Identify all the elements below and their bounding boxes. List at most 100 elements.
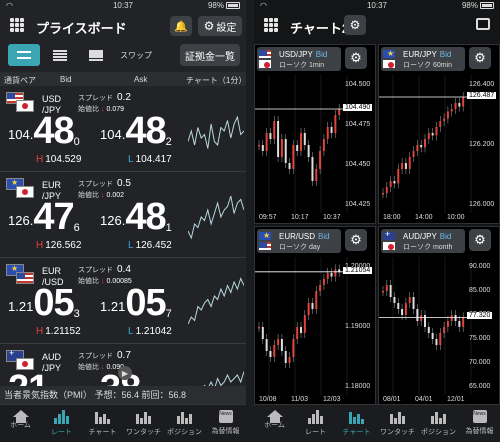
- nav-item-home[interactable]: ホーム: [0, 405, 41, 442]
- us-flag-icon: [16, 272, 34, 284]
- sparkline-line: [188, 277, 244, 325]
- jp-flag-icon: [16, 100, 34, 112]
- y-tick-label: 85.000: [469, 287, 491, 294]
- panel-pair: AUD/JPY Bid: [403, 232, 451, 241]
- bid-price[interactable]: 21: [8, 370, 49, 386]
- alert-bell-button[interactable]: 🔔: [170, 16, 192, 36]
- panel-settings-button[interactable]: ⚙: [469, 47, 491, 69]
- bid-price[interactable]: 1.21053: [8, 284, 80, 322]
- nav-item-position[interactable]: ポジション: [164, 405, 205, 442]
- panel-settings-button[interactable]: ⚙: [345, 229, 367, 251]
- swap-label[interactable]: スワップ: [120, 50, 152, 61]
- nav-item-home[interactable]: ホーム: [254, 405, 295, 442]
- bid-pip: 0: [73, 136, 80, 148]
- candle: [322, 139, 325, 151]
- candle: [280, 139, 283, 157]
- lock-icon[interactable]: [476, 18, 490, 30]
- sparkline-chart[interactable]: [188, 92, 244, 166]
- y-tick-label: 65.000: [469, 383, 491, 390]
- ask-price[interactable]: 126.481: [100, 198, 172, 236]
- chart-panel[interactable]: AUD/JPYBid ローソク month ⚙90.00085.00080.00…: [378, 226, 500, 406]
- nav-label: チャート: [88, 429, 117, 436]
- play-icon[interactable]: ▶: [118, 366, 132, 380]
- candle: [269, 133, 272, 139]
- sparkline-chart[interactable]: [188, 264, 244, 338]
- panel-header[interactable]: EUR/JPYBid ローソク 60min: [381, 47, 465, 71]
- current-price-tag: 126.487: [467, 92, 497, 99]
- header: チャート2 ⚙: [254, 12, 500, 40]
- x-tick-label: 12/01: [447, 396, 465, 403]
- nav-item-position[interactable]: ポジション: [418, 405, 459, 442]
- candle: [416, 309, 419, 321]
- chart-settings-button[interactable]: ⚙: [344, 15, 366, 35]
- high-label: H: [36, 154, 44, 165]
- margin-list-button[interactable]: 証拠金一覧: [180, 44, 240, 66]
- y-tick-label: 104.450: [345, 161, 371, 168]
- nav-item-news[interactable]: News 為替情報: [205, 405, 246, 442]
- view-tab-large[interactable]: [8, 44, 40, 66]
- candlestick-chart[interactable]: [255, 227, 376, 406]
- candle: [273, 121, 276, 139]
- y-tick-label: 75.000: [469, 335, 491, 342]
- battery-indicator: 98%: [208, 1, 240, 10]
- candle: [401, 163, 404, 169]
- nav-label: ワンタッチ: [380, 429, 415, 436]
- view-tab-medium[interactable]: [44, 44, 76, 66]
- candle: [431, 133, 434, 136]
- candlestick-chart[interactable]: [255, 45, 376, 224]
- battery-indicator: 98%: [462, 1, 494, 10]
- candle: [315, 169, 318, 181]
- news-ticker[interactable]: 当者景気指数（PMI） 予想：56.4 前回：56.8: [0, 386, 246, 404]
- rate-row[interactable]: USD/JPY スプレッド 0.2 始値比 ↓ 0.079 104.480 104.4…: [0, 86, 246, 172]
- menu-grid-icon[interactable]: [264, 18, 278, 32]
- panel-settings-button[interactable]: ⚙: [469, 229, 491, 251]
- candle: [450, 109, 453, 112]
- candle: [412, 151, 415, 157]
- panel-header[interactable]: AUD/JPYBid ローソク month: [381, 229, 465, 253]
- candle: [408, 157, 411, 169]
- nav-item-rate[interactable]: レート: [295, 405, 336, 442]
- candle: [454, 315, 457, 321]
- candle: [416, 145, 419, 151]
- sparkline-chart[interactable]: [188, 350, 244, 386]
- view-tab-small[interactable]: [80, 44, 112, 66]
- ask-price[interactable]: 1.21057: [100, 284, 172, 322]
- candle: [258, 327, 260, 329]
- chart-panel[interactable]: USD/JPY Bid ローソク 1min ⚙ 104.500 104.475 104.…: [254, 44, 376, 224]
- candle: [443, 118, 446, 121]
- panel-settings-button[interactable]: ⚙: [345, 47, 367, 69]
- candlestick-chart[interactable]: [379, 45, 500, 224]
- bid-price[interactable]: 126.476: [8, 198, 80, 236]
- x-tick-label: 10:00: [447, 214, 465, 221]
- panel-header[interactable]: EUR/USDBid ローソク day: [257, 229, 341, 253]
- nav-item-one-touch[interactable]: ワンタッチ: [123, 405, 164, 442]
- chart-panel[interactable]: EUR/USDBid ローソク day ⚙1.200001.190001.180…: [254, 226, 376, 406]
- settings-button[interactable]: ⚙ 設定: [198, 16, 242, 36]
- bid-prefix: 104.: [8, 127, 34, 142]
- status-bar: ◠ 10:37 98%: [254, 0, 500, 12]
- nav-item-news[interactable]: News 為替情報: [459, 405, 500, 442]
- menu-grid-icon[interactable]: [10, 18, 24, 32]
- chart-panel[interactable]: EUR/JPYBid ローソク 60min ⚙ 126.400 126.200 126…: [378, 44, 500, 224]
- candle: [261, 327, 264, 339]
- settings-label: 設定: [216, 22, 237, 34]
- panel-header[interactable]: USD/JPY Bid ローソク 1min: [257, 47, 341, 71]
- rate-row[interactable]: EUR/JPY スプレッド0.5 始値比↓0.002 126.476 126.4…: [0, 172, 246, 258]
- candle-type-label: ローソク day: [279, 244, 321, 251]
- nav-label: 為替情報: [465, 428, 494, 435]
- candle: [458, 321, 461, 327]
- bid-main: 05: [33, 282, 74, 324]
- nav-item-rate[interactable]: レート: [41, 405, 82, 442]
- nav-item-chart[interactable]: チャート: [336, 405, 377, 442]
- nav-item-chart[interactable]: チャート: [82, 405, 123, 442]
- ask-main: 05: [125, 282, 166, 324]
- bid-price[interactable]: 104.480: [8, 112, 80, 150]
- header: プライスボード 🔔 ⚙ 設定: [0, 12, 246, 40]
- sparkline-chart[interactable]: [188, 178, 244, 252]
- rate-row[interactable]: EUR/USD スプレッド0.4 始値比↓0.00085 1.21053 1.2…: [0, 258, 246, 344]
- battery-icon: [226, 2, 240, 9]
- news-icon: News: [218, 410, 233, 423]
- nav-item-one-touch[interactable]: ワンタッチ: [377, 405, 418, 442]
- ask-price[interactable]: 104.482: [100, 112, 172, 150]
- header-ask: Ask: [134, 75, 148, 84]
